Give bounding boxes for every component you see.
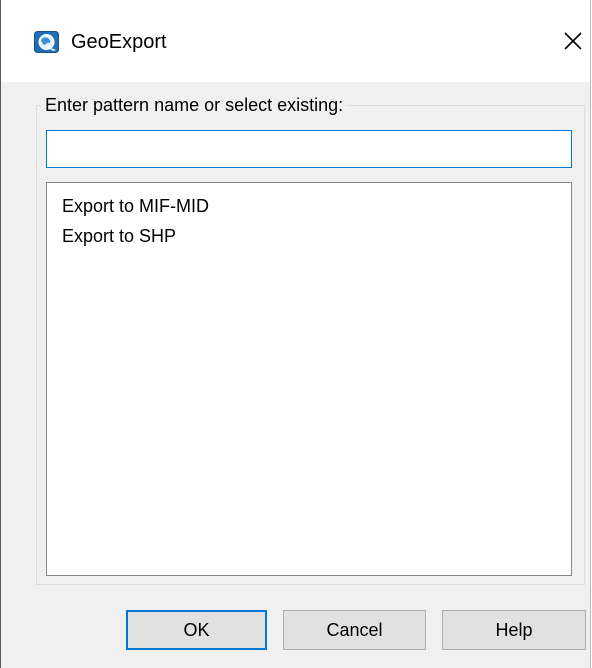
ok-button[interactable]: OK — [126, 610, 267, 650]
window-title: GeoExport — [71, 31, 167, 53]
help-button[interactable]: Help — [442, 610, 586, 650]
cancel-button[interactable]: Cancel — [283, 610, 426, 650]
list-item-export-shp[interactable]: Export to SHP — [47, 221, 571, 251]
close-icon — [564, 32, 582, 50]
geoexport-globe-icon — [34, 30, 60, 54]
pattern-name-input[interactable] — [46, 130, 572, 168]
list-item-export-mif-mid[interactable]: Export to MIF-MID — [47, 191, 571, 221]
title-bar[interactable]: GeoExport — [1, 0, 590, 82]
pattern-group-label: Enter pattern name or select existing: — [41, 93, 348, 117]
geoexport-dialog: GeoExport Enter pattern name or select e… — [0, 0, 591, 668]
pattern-list[interactable]: Export to MIF-MID Export to SHP — [46, 182, 572, 576]
close-button[interactable] — [553, 20, 592, 62]
